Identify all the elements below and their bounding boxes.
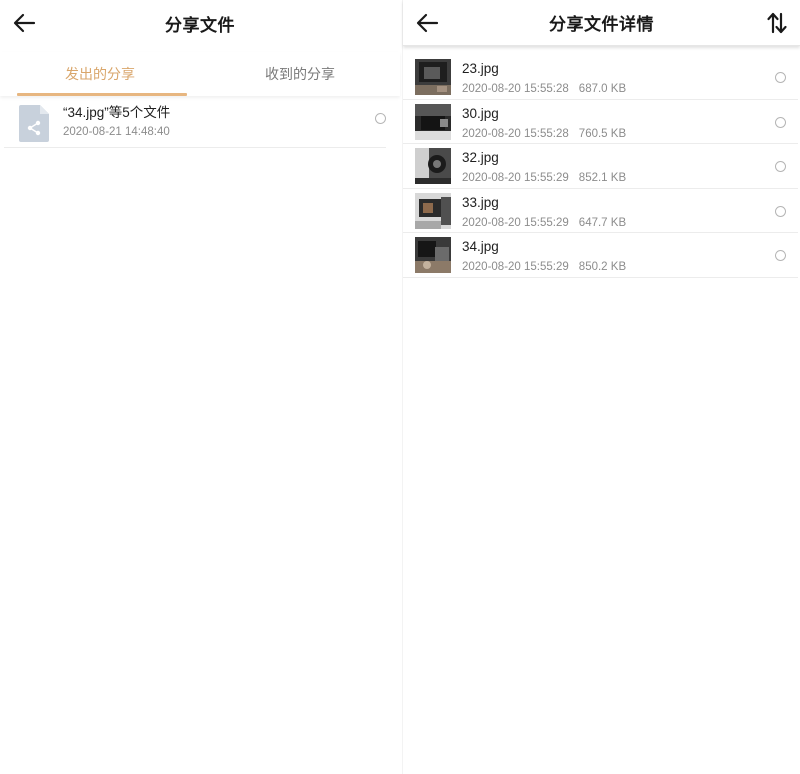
file-row[interactable]: 33.jpg 2020-08-20 15:55:29 647.7 KB xyxy=(403,189,798,233)
arrow-left-icon xyxy=(13,13,36,33)
tab-sent-shares[interactable]: 发出的分享 xyxy=(0,52,200,96)
file-name: 34.jpg xyxy=(462,239,499,254)
photo-thumbnail xyxy=(415,103,451,140)
select-radio[interactable] xyxy=(775,205,786,217)
arrow-left-icon xyxy=(416,13,439,33)
item-name: “34.jpg”等5个文件 xyxy=(63,105,171,120)
file-row[interactable]: 34.jpg 2020-08-20 15:55:29 850.2 KB xyxy=(403,233,798,278)
tab-bar: 发出的分享 收到的分享 xyxy=(0,52,400,96)
share-files-screen: 分享文件 发出的分享 收到的分享 “34.jpg”等5个文件 2020-08-2… xyxy=(0,0,400,774)
photo-thumbnail xyxy=(415,148,451,184)
file-name: 33.jpg xyxy=(462,194,499,210)
photo-thumbnail xyxy=(415,59,451,95)
share-details-screen: 分享文件详情 23.jpg 2020-08-20 15:55:28 687.0 … xyxy=(402,0,800,774)
select-radio[interactable] xyxy=(375,113,386,124)
file-date: 2020-08-20 15:55:29 xyxy=(462,261,569,273)
file-date: 2020-08-20 15:55:29 xyxy=(462,172,569,184)
file-size: 687.0 KB xyxy=(578,83,627,95)
back-button[interactable] xyxy=(415,11,441,35)
header: 分享文件 xyxy=(0,0,400,46)
select-radio[interactable] xyxy=(775,161,786,172)
file-row[interactable]: 32.jpg 2020-08-20 15:55:29 852.1 KB xyxy=(403,144,798,189)
file-size: 647.7 KB xyxy=(578,216,627,229)
file-row[interactable]: 30.jpg 2020-08-20 15:55:28 760.5 KB xyxy=(403,100,798,144)
file-date: 2020-08-20 15:55:29 xyxy=(462,216,569,229)
file-size: 852.1 KB xyxy=(578,172,627,184)
select-radio[interactable] xyxy=(775,250,786,261)
page-title: 分享文件 xyxy=(165,15,235,35)
sort-icon xyxy=(767,12,787,34)
file-size: 850.2 KB xyxy=(578,261,627,273)
back-button[interactable] xyxy=(12,11,38,35)
file-date: 2020-08-20 15:55:28 xyxy=(462,127,569,140)
file-name: 23.jpg xyxy=(462,61,499,76)
select-radio[interactable] xyxy=(775,72,786,83)
file-size: 760.5 KB xyxy=(578,127,627,140)
page-title: 分享文件详情 xyxy=(549,15,654,34)
share-file-icon xyxy=(19,105,49,142)
select-radio[interactable] xyxy=(775,116,786,128)
file-date: 2020-08-20 15:55:28 xyxy=(462,83,569,95)
file-name: 32.jpg xyxy=(462,150,499,165)
photo-thumbnail xyxy=(415,192,451,229)
file-name: 30.jpg xyxy=(462,105,499,121)
list-item[interactable]: “34.jpg”等5个文件 2020-08-21 14:48:40 xyxy=(4,96,386,148)
item-date: 2020-08-21 14:48:40 xyxy=(63,126,170,138)
header: 分享文件详情 xyxy=(403,0,800,46)
tab-received-shares[interactable]: 收到的分享 xyxy=(200,52,400,96)
file-list: 23.jpg 2020-08-20 15:55:28 687.0 KB 30.jp… xyxy=(403,46,800,278)
sort-button[interactable] xyxy=(766,11,788,35)
photo-thumbnail xyxy=(415,237,451,273)
file-row[interactable]: 23.jpg 2020-08-20 15:55:28 687.0 KB xyxy=(403,55,798,100)
